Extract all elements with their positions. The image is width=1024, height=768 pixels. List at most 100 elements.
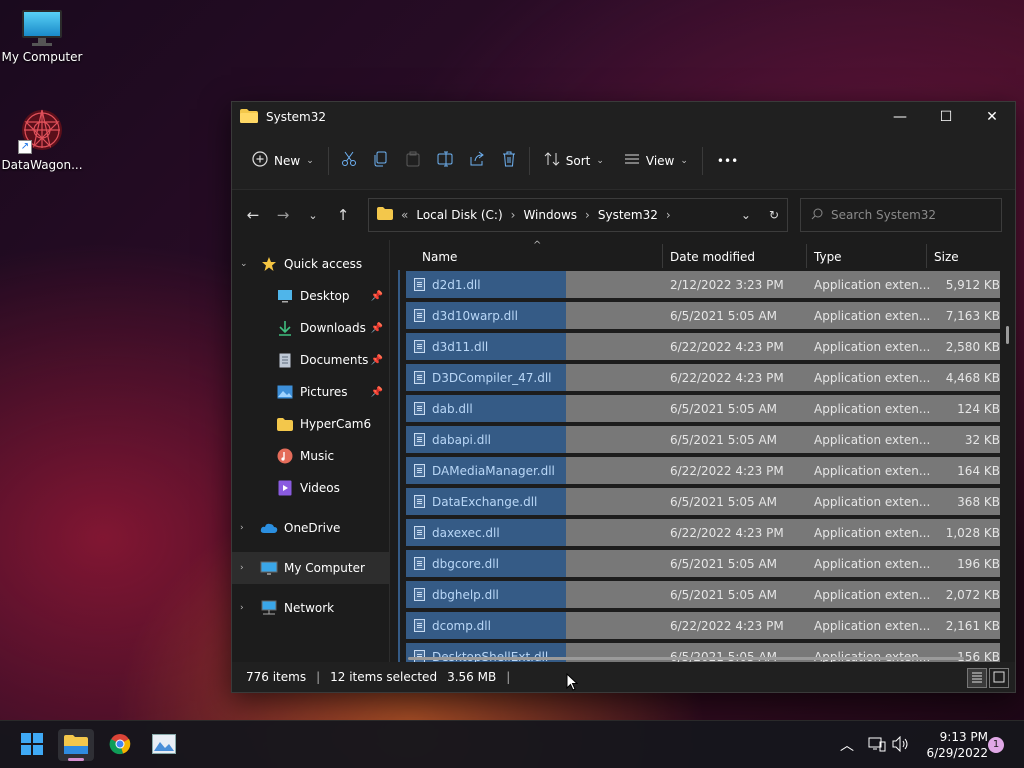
details-view-icon: [971, 671, 983, 686]
chevron-right-icon[interactable]: ›: [240, 603, 254, 613]
file-name-cell[interactable]: dbghelp.dll: [406, 581, 566, 608]
title-bar[interactable]: System32 — ☐ ✕: [232, 102, 1015, 132]
file-row[interactable]: d3d10warp.dll 6/5/2021 5:05 AM Application…: [406, 302, 1000, 329]
chrome-icon: [109, 733, 131, 758]
new-button[interactable]: New ⌄: [242, 144, 324, 178]
sort-button[interactable]: Sort ⌄: [534, 144, 614, 178]
file-name-cell[interactable]: d3d11.dll: [406, 333, 566, 360]
file-name-cell[interactable]: dbgcore.dll: [406, 550, 566, 577]
sidebar-item-my-computer[interactable]: › My Computer: [232, 552, 389, 584]
search-box[interactable]: Search System32: [800, 198, 1002, 232]
file-name-cell[interactable]: d3d10warp.dll: [406, 302, 566, 329]
file-row[interactable]: DataExchange.dll 6/5/2021 5:05 AM Applicat…: [406, 488, 1000, 515]
paste-button[interactable]: [397, 144, 429, 178]
sidebar-item-music[interactable]: Music: [232, 440, 389, 472]
details-view-button[interactable]: [967, 668, 987, 688]
file-name-cell[interactable]: dcomp.dll: [406, 612, 566, 639]
file-name-cell[interactable]: dab.dll: [406, 395, 566, 422]
clock[interactable]: 9:13 PM 6/29/2022: [918, 729, 988, 761]
volume-icon[interactable]: [892, 735, 910, 755]
file-row[interactable]: dabapi.dll 6/5/2021 5:05 AM Application ex…: [406, 426, 1000, 453]
breadcrumb-system32[interactable]: System32: [598, 208, 658, 222]
show-hidden-icons-button[interactable]: ︿: [840, 735, 854, 755]
file-name-cell[interactable]: DAMediaManager.dll: [406, 457, 566, 484]
taskbar-photos[interactable]: [146, 729, 182, 761]
taskbar-file-explorer[interactable]: [58, 729, 94, 761]
sidebar-item-downloads[interactable]: Downloads 📌: [232, 312, 389, 344]
desktop-icon-my-computer[interactable]: My Computer: [0, 10, 84, 64]
file-explorer-window: System32 — ☐ ✕ New ⌄ Sort ⌄ View ⌄ ••• ←…: [231, 101, 1016, 693]
sidebar-item-hypercam6[interactable]: HyperCam6: [232, 408, 389, 440]
view-button[interactable]: View ⌄: [614, 144, 698, 178]
sidebar-item-documents[interactable]: Documents 📌: [232, 344, 389, 376]
more-options-button[interactable]: •••: [707, 144, 748, 178]
sidebar-item-quick-access[interactable]: ⌄ Quick access: [232, 248, 389, 280]
file-name-cell[interactable]: dabapi.dll: [406, 426, 566, 453]
cut-button[interactable]: [333, 144, 365, 178]
scissors-icon: [341, 151, 357, 170]
breadcrumb-overflow[interactable]: «: [401, 208, 408, 222]
column-header-size[interactable]: Size: [934, 250, 959, 264]
breadcrumb-local-disk[interactable]: Local Disk (C:): [416, 208, 502, 222]
horizontal-scrollbar[interactable]: [408, 657, 964, 660]
pin-icon[interactable]: 📌: [371, 323, 383, 334]
chevron-right-icon[interactable]: ›: [666, 208, 671, 222]
chevron-down-icon[interactable]: ⌄: [240, 259, 254, 269]
file-row[interactable]: dbghelp.dll 6/5/2021 5:05 AM Application e…: [406, 581, 1000, 608]
pin-icon[interactable]: 📌: [371, 355, 383, 366]
start-button[interactable]: [14, 729, 50, 761]
sidebar-item-pictures[interactable]: Pictures 📌: [232, 376, 389, 408]
file-row[interactable]: dbgcore.dll 6/5/2021 5:05 AM Application e…: [406, 550, 1000, 577]
share-button[interactable]: [461, 144, 493, 178]
file-row[interactable]: D3DCompiler_47.dll 6/22/2022 4:23 PM Appli…: [406, 364, 1000, 391]
sidebar-item-onedrive[interactable]: › OneDrive: [232, 512, 389, 544]
recent-locations-button[interactable]: ⌄: [298, 200, 328, 230]
file-date: 6/5/2021 5:05 AM: [670, 650, 778, 662]
chevron-right-icon[interactable]: ›: [511, 208, 516, 222]
network-status-icon[interactable]: [868, 736, 886, 755]
minimize-button[interactable]: —: [877, 102, 923, 132]
copy-button[interactable]: [365, 144, 397, 178]
chevron-right-icon[interactable]: ›: [240, 563, 254, 573]
address-bar[interactable]: « Local Disk (C:) › Windows › System32 ›…: [368, 198, 788, 232]
forward-button[interactable]: →: [268, 200, 298, 230]
file-name-cell[interactable]: DataExchange.dll: [406, 488, 566, 515]
refresh-icon[interactable]: ↻: [769, 208, 779, 222]
file-row[interactable]: d3d11.dll 6/22/2022 4:23 PM Application ex…: [406, 333, 1000, 360]
dll-file-icon: [414, 464, 425, 477]
chevron-down-icon: ⌄: [308, 208, 318, 222]
tiles-view-button[interactable]: [989, 668, 1009, 688]
vertical-scrollbar[interactable]: [1006, 326, 1009, 344]
rename-button[interactable]: [429, 144, 461, 178]
file-name-cell[interactable]: daxexec.dll: [406, 519, 566, 546]
close-button[interactable]: ✕: [969, 102, 1015, 132]
taskbar-chrome[interactable]: [102, 729, 138, 761]
file-row[interactable]: DAMediaManager.dll 6/22/2022 4:23 PM Appli…: [406, 457, 1000, 484]
file-row[interactable]: daxexec.dll 6/22/2022 4:23 PM Application …: [406, 519, 1000, 546]
column-header-date[interactable]: Date modified: [670, 250, 755, 264]
back-button[interactable]: ←: [238, 200, 268, 230]
sidebar-item-desktop[interactable]: Desktop 📌: [232, 280, 389, 312]
file-explorer-icon: [64, 734, 88, 757]
chevron-right-icon[interactable]: ›: [240, 523, 254, 533]
column-header-type[interactable]: Type: [814, 250, 842, 264]
column-header-name[interactable]: Name: [422, 250, 457, 264]
sidebar-item-network[interactable]: › Network: [232, 592, 389, 624]
maximize-button[interactable]: ☐: [923, 102, 969, 132]
pin-icon[interactable]: 📌: [371, 387, 383, 398]
notification-badge[interactable]: 1: [988, 737, 1004, 753]
address-history-chevron-icon[interactable]: ⌄: [741, 208, 751, 222]
dll-file-icon: [414, 526, 425, 539]
file-name-cell[interactable]: d2d1.dll: [406, 271, 566, 298]
sidebar-item-videos[interactable]: Videos: [232, 472, 389, 504]
pin-icon[interactable]: 📌: [371, 291, 383, 302]
file-name-cell[interactable]: D3DCompiler_47.dll: [406, 364, 566, 391]
desktop-icon-datawagon[interactable]: ↗ DataWagon...: [0, 106, 84, 172]
breadcrumb-windows[interactable]: Windows: [523, 208, 577, 222]
file-row[interactable]: dab.dll 6/5/2021 5:05 AM Application exten…: [406, 395, 1000, 422]
chevron-right-icon[interactable]: ›: [585, 208, 590, 222]
file-row[interactable]: d2d1.dll 2/12/2022 3:23 PM Application ext…: [406, 271, 1000, 298]
file-row[interactable]: dcomp.dll 6/22/2022 4:23 PM Application ex…: [406, 612, 1000, 639]
up-button[interactable]: ↑: [328, 200, 358, 230]
delete-button[interactable]: [493, 144, 525, 178]
